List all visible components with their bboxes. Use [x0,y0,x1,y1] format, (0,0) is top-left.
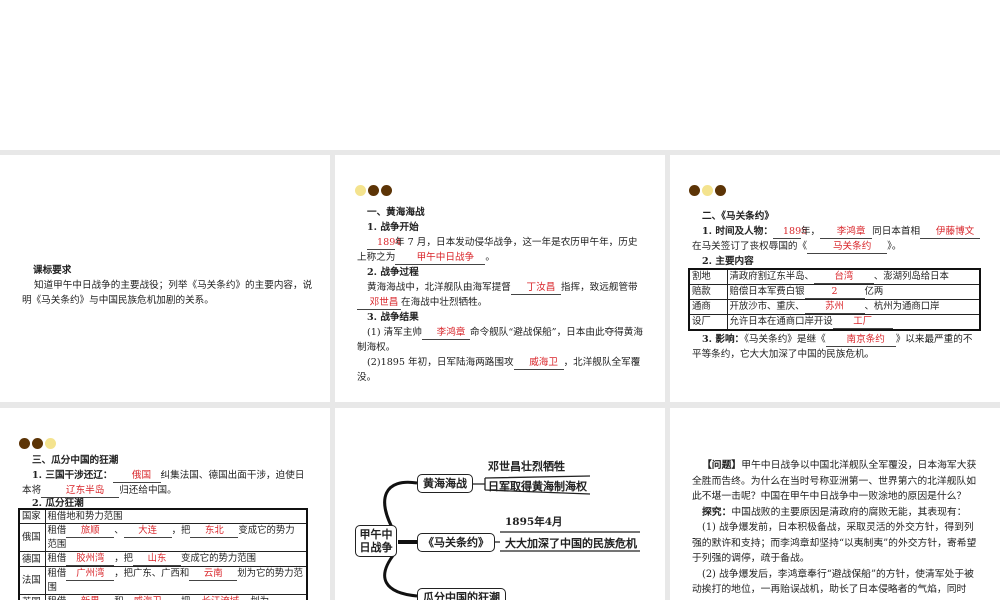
slide-3[interactable]: 二、《马关条约》 1. 时间及人物： 1895年， 李鸿章 同日本首相 伊藤博文在马关签… [670,155,1000,402]
answer-blank: 甲午中日战争 [395,252,486,265]
row-key: 割地 [688,268,728,285]
row-content: 租借新界和威海卫，把长江流域划为 [44,594,308,600]
section-title: 二、《马关条约》 [702,211,774,222]
subheading: 3. 战争结果 [367,312,419,323]
answer-blank: 台湾 [813,271,874,284]
answer-blank: 2 [804,286,865,299]
row-content: 允许日本在通商口岸开设 工厂 [726,314,981,331]
mindmap-leaf: 1895年4月 [505,516,563,528]
table-header: 国家 [18,508,46,524]
answer-blank: 苏州 [804,301,865,314]
table-row: 法国 租借 广州湾 ，把广东、广西和 云南 划为它的势力范围 [18,566,308,595]
answer-blank: 1895 [772,226,807,239]
subheading: 2. 主要内容 [702,256,754,267]
section-title: 三、瓜分中国的狂潮 [32,455,119,466]
row-content: 赔偿日本军费白银 2 亿两 [726,284,981,300]
answer-blank: 旅顺 [66,525,115,538]
answer-blank: 辽东半岛 [41,485,120,498]
answer-blank: 云南 [189,568,238,581]
answer-blank: 工厂 [832,316,893,329]
row-content: 租借 胶州湾 ，把 山东 变成它的势力范围 [44,551,308,567]
mindmap-root: 甲午中日战争 [355,525,397,557]
slide-6[interactable]: 【问题】甲午中日战争以中国北洋舰队全军覆没，日本海军大获全胜而告终。为什么在当时… [670,408,1000,600]
row-content: 清政府割辽东半岛、 台湾 、澎湖列岛给日本 [726,268,981,285]
standard-text: 知道甲午中日战争的主要战役；列举《马关条约》的主要内容，说明《马关条约》与中国民… [22,280,313,306]
answer-blank: 马关条约 [807,241,888,254]
answer-blank: 威海卫 [124,596,172,600]
table-row: 英国租借新界和威海卫，把长江流域划为 [18,594,308,600]
answer-blank: 俄国 [112,470,161,483]
mindmap-node: 《马关条约》 [417,533,495,552]
mindmap-node: 瓜分中国的狂潮 [417,588,506,600]
dots-decoration [355,185,392,196]
table-row: 割地 清政府割辽东半岛、 台湾 、澎湖列岛给日本 [688,268,981,285]
row-key: 俄国 [18,523,46,552]
answer-blank: 李鸿章 [820,226,873,239]
answer-blank: 东北 [190,525,239,538]
mindmap-node: 黄海海战 [417,474,473,493]
slide-1[interactable]: 课标要求 知道甲午中日战争的主要战役；列举《马关条约》的主要内容，说明《马关条约… [0,155,330,402]
paragraph: (1) 战争爆发前，日本积极备战，采取灵活的外交方针，得到列强的默许和支持；而李… [692,522,977,564]
answer-blank: 大连 [123,525,172,538]
row-key: 法国 [18,566,46,595]
row-key: 德国 [18,551,46,567]
answer-blank: 胶州湾 [66,553,115,566]
table-row: 赔款 赔偿日本军费白银 2 亿两 [688,284,981,300]
row-key: 赔款 [688,284,728,300]
treaty-table: 割地 清政府割辽东半岛、 台湾 、澎湖列岛给日本 赔款 赔偿日本军费白银 2 亿两 通商 开放沙市… [688,268,981,331]
section-title: 一、黄海海战 [367,207,425,218]
row-key: 设厂 [688,314,728,331]
answer-blank: 李鸿章 [422,327,471,340]
mindmap-leaf: 日军取得黄海制海权 [488,480,587,493]
paragraph: 1. 时间及人物： 1895年， 李鸿章 同日本首相 伊藤博文在马关签订了丧权辱国的《马… [692,224,982,254]
paragraph: (2) 战争爆发后，李鸿章奉行“避战保船”的方针，使清军处于被动挨打的地位，一再… [692,568,974,596]
table-row: 俄国 租借 旅顺、大连 ，把 东北 变成它的势力范围 [18,523,308,552]
paragraph: 3. 影响：《马关条约》是继《 南京条约 》以来最严重的不平等条约，它大大加深了中国… [692,334,973,360]
answer-blank: 伊藤博文 [920,226,981,239]
heading: 课标要求 [33,265,72,276]
answer-blank: 丁汝昌 [510,282,561,295]
dots-decoration [19,438,56,449]
table-row: 德国 租借 胶州湾 ，把 山东 变成它的势力范围 [18,551,308,567]
row-key: 通商 [688,299,728,315]
table-row: 设厂 允许日本在通商口岸开设 工厂 [688,314,981,331]
paragraph: 黄海海战中，北洋舰队由海军提督 丁汝昌 指挥，致远舰管带邓世昌 在海战中壮烈牺牲。 [357,280,647,310]
answer-blank: 威海卫 [513,357,564,370]
mindmap-leaf: 大大加深了中国的民族危机 [505,537,637,550]
subheading: 1. 战争开始 [367,222,419,233]
slide-4[interactable]: 三、瓜分中国的狂潮 1. 三国干涉还辽： 俄国 纠集法国、德国出面干涉，迫使日本将辽… [0,408,330,600]
paragraph: 1894年 7 月，日本发动侵华战争，这一年是农历甲午年，历史上称之为 甲午中日战… [357,237,638,265]
paragraph: (1) 清军主帅 李鸿章 命令舰队“避战保船”，日本由此夺得黄海制海权。 [357,327,643,353]
answer: 探究：中国战败的主要原因是清政府的腐败无能，其表现有： [702,506,967,518]
answer-blank: 广州湾 [66,568,115,581]
answer-blank: 山东 [133,553,182,566]
partition-table: 国家 租借地和势力范围 俄国 租借 旅顺、大连 ，把 东北 变成它的势力范围 德国 租借 胶州湾 ，把… [18,508,308,600]
dots-decoration [689,185,726,196]
row-content: 开放沙市、重庆、 苏州 、杭州为通商口岸 [726,299,981,315]
slide-2[interactable]: 一、黄海海战 1. 战争开始 1894年 7 月，日本发动侵华战争，这一年是农历… [335,155,665,402]
row-content: 租借 广州湾 ，把广东、广西和 云南 划为它的势力范围 [44,566,308,595]
answer-blank: 邓世昌 [357,297,401,310]
paragraph: 1. 三国干涉还辽： 俄国 纠集法国、德国出面干涉，迫使日本将 辽东半岛 归还给中国。 [22,470,305,498]
row-key: 英国 [18,594,46,600]
row-content: 租借 旅顺、大连 ，把 东北 变成它的势力范围 [44,523,308,552]
mindmap-connectors [383,475,640,598]
table-row: 通商 开放沙市、重庆、 苏州 、杭州为通商口岸 [688,299,981,315]
answer-blank: 新界 [66,596,114,600]
answer-blank: 长江流域 [190,596,250,600]
subheading: 2. 战争过程 [367,267,419,278]
paragraph: (2)1895 年初，日军陆海两路围攻 威海卫 ，北洋舰队全军覆没。 [357,357,641,383]
table-header: 租借地和势力范围 [44,508,308,524]
mindmap-leaf: 邓世昌壮烈牺牲 [488,460,565,473]
answer-blank: 1894 [367,237,401,250]
answer-blank: 南京条约 [825,334,896,347]
slide-5[interactable]: 甲午中日战争 黄海海战 邓世昌壮烈牺牲 日军取得黄海制海权 《马关条约》 189… [335,408,665,600]
question: 【问题】甲午中日战争以中国北洋舰队全军覆没，日本海军大获全胜而告终。为什么在当时… [692,460,977,502]
